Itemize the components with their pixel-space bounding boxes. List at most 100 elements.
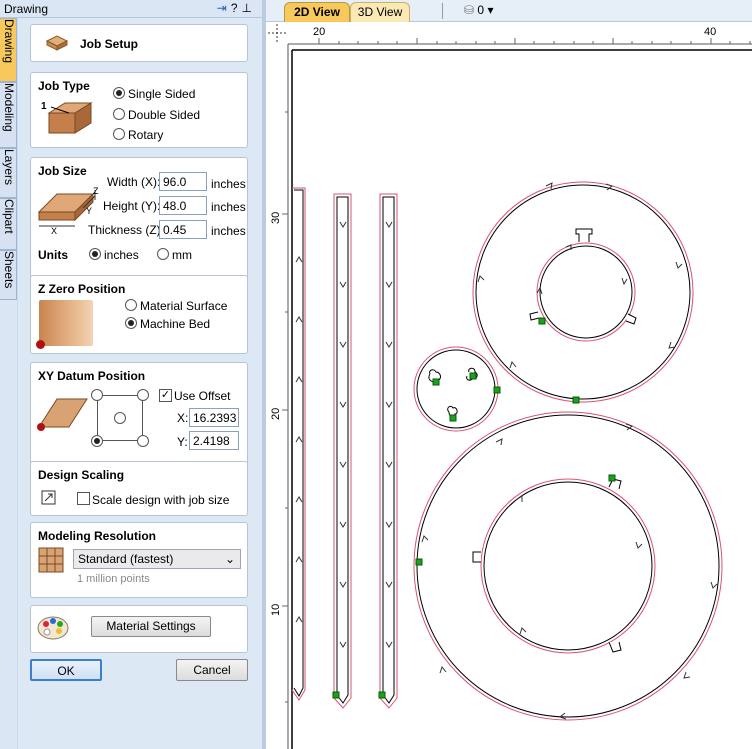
resolution-dropdown[interactable]: Standard (fastest) ⌄ — [73, 549, 241, 569]
datum-bottom-left-radio[interactable] — [91, 435, 103, 447]
xy-datum-heading: XY Datum Position — [38, 369, 146, 383]
ruler-tick-label-v: 10 — [270, 603, 282, 616]
node-marker — [608, 474, 616, 482]
tab-clipart[interactable]: Clipart — [0, 198, 17, 250]
material-settings-button[interactable]: Material Settings — [91, 616, 211, 637]
palette-icon — [37, 616, 69, 640]
node-marker — [469, 372, 477, 380]
job-setup-icon — [45, 35, 69, 51]
scale-design-label[interactable]: Scale design with job size — [92, 493, 229, 507]
axis-x-label: X — [51, 226, 58, 236]
tab-modeling[interactable]: Modeling — [0, 82, 17, 148]
offset-x-label: X: — [177, 411, 189, 425]
ruler-tick-label-v: 20 — [270, 407, 282, 420]
job-type-heading: Job Type — [38, 79, 90, 93]
tab-sheets[interactable]: Sheets — [0, 250, 17, 300]
vertical-ruler — [266, 22, 288, 749]
toolbar-divider — [442, 3, 443, 19]
height-unit: inches — [211, 200, 246, 214]
material-surface-label[interactable]: Material Surface — [140, 299, 227, 313]
mm-radio[interactable] — [157, 248, 169, 260]
resolution-selected: Standard (fastest) — [78, 552, 174, 566]
machine-bed-label[interactable]: Machine Bed — [140, 317, 210, 331]
single-sided-label[interactable]: Single Sided — [128, 87, 195, 101]
scale-design-checkbox[interactable] — [77, 492, 90, 505]
node-marker — [572, 396, 580, 404]
node-marker — [449, 414, 457, 422]
tab-2d-view[interactable]: 2D View — [284, 2, 350, 22]
double-sided-radio[interactable] — [113, 108, 125, 120]
view-toolbar: 2D View 3D View ⛁ 0 ▾ — [266, 0, 752, 22]
modeling-resolution-section: Modeling Resolution Standard (fastest) ⌄… — [30, 522, 248, 598]
single-sided-radio[interactable] — [113, 87, 125, 99]
job-setup-header: Job Setup — [30, 24, 248, 62]
job-size-section: Job Size Z Y X Width (X): 96.0 inches He… — [30, 157, 248, 284]
datum-top-right-radio[interactable] — [137, 389, 149, 401]
thickness-input[interactable]: 0.45 — [159, 220, 207, 239]
job-size-heading: Job Size — [38, 164, 87, 178]
node-marker — [378, 691, 386, 699]
datum-bottom-right-radio[interactable] — [137, 435, 149, 447]
layer-selector[interactable]: ⛁ 0 ▾ — [464, 3, 493, 17]
use-offset-label[interactable]: Use Offset — [174, 389, 230, 403]
scale-icon — [41, 490, 56, 505]
xy-datum-section: XY Datum Position ✓ Use Offset X: 16.239… — [30, 362, 248, 472]
material-surface-radio[interactable] — [125, 299, 137, 311]
node-marker — [538, 317, 546, 325]
panel-title: Drawing — [4, 2, 49, 16]
machine-bed-radio[interactable] — [125, 317, 137, 329]
help-icon[interactable]: ? — [231, 1, 242, 15]
node-marker — [432, 378, 440, 386]
horizontal-ruler — [266, 22, 752, 44]
ok-button[interactable]: OK — [30, 659, 102, 681]
inches-radio[interactable] — [89, 248, 101, 260]
job-type-section: Job Type 1 Single Sided Double Sided Rot… — [30, 72, 248, 148]
layer-stack-icon: ⛁ — [464, 3, 475, 17]
rotary-label[interactable]: Rotary — [128, 128, 163, 142]
thickness-label: Thickness (Z): — [88, 223, 165, 237]
canvas-svg — [266, 22, 752, 749]
datum-center-radio[interactable] — [114, 412, 126, 424]
job-setup-panel: Job Setup Job Type 1 Single Sided Double… — [18, 18, 262, 749]
axis-z-label: Z — [93, 186, 99, 196]
resolution-grid-icon — [38, 547, 64, 573]
z-zero-marker-icon — [36, 340, 45, 349]
offset-x-input[interactable]: 16.2393 — [189, 408, 239, 427]
design-scaling-heading: Design Scaling — [38, 468, 125, 482]
tab-drawing[interactable]: Drawing — [0, 18, 17, 82]
side-tab-strip: Drawing Modeling Layers Clipart Sheets — [0, 18, 17, 749]
offset-y-label: Y: — [177, 435, 188, 449]
cancel-button[interactable]: Cancel — [176, 659, 248, 681]
inches-label[interactable]: inches — [104, 248, 139, 262]
ruler-tick-label-v: 30 — [270, 211, 282, 224]
node-marker — [415, 558, 423, 566]
height-input[interactable]: 48.0 — [159, 196, 207, 215]
width-label: Width (X): — [107, 175, 161, 189]
pin-icon[interactable]: ⇥ — [217, 1, 231, 15]
single-sided-icon — [47, 102, 93, 134]
offset-y-input[interactable]: 2.4198 — [189, 431, 239, 450]
design-scaling-section: Design Scaling Scale design with job siz… — [30, 461, 248, 516]
tab-3d-view[interactable]: 3D View — [350, 2, 410, 22]
thickness-unit: inches — [211, 224, 246, 238]
z-zero-section: Z Zero Position Material Surface Machine… — [30, 275, 248, 354]
ruler-tick-label-h: 20 — [313, 26, 326, 38]
axis-y-label: Y — [86, 206, 93, 216]
mm-label[interactable]: mm — [172, 248, 192, 262]
rotary-radio[interactable] — [113, 128, 125, 140]
caret-down-icon: ▾ — [487, 3, 494, 17]
height-label: Height (Y): — [103, 199, 161, 213]
z-zero-icon — [39, 300, 93, 346]
drawing-canvas[interactable]: 20 40 30 20 10 — [266, 22, 752, 749]
tab-layers[interactable]: Layers — [0, 148, 17, 198]
resolution-hint: 1 million points — [77, 573, 150, 585]
width-input[interactable]: 96.0 — [159, 172, 207, 191]
z-zero-heading: Z Zero Position — [38, 282, 126, 296]
autohide-pin-icon[interactable]: ⊥ — [242, 1, 256, 15]
node-marker — [332, 691, 340, 699]
use-offset-checkbox[interactable]: ✓ — [159, 389, 172, 402]
node-marker — [493, 386, 501, 394]
material-section: Material Settings — [30, 605, 248, 653]
double-sided-label[interactable]: Double Sided — [128, 108, 200, 122]
datum-top-left-radio[interactable] — [91, 389, 103, 401]
